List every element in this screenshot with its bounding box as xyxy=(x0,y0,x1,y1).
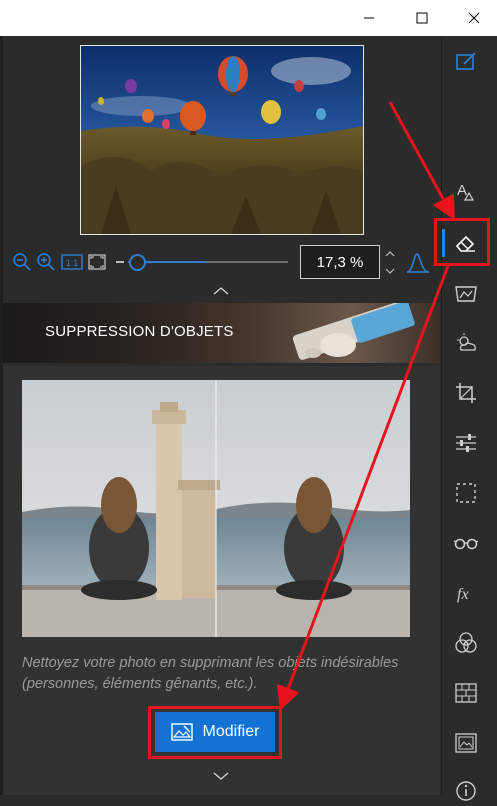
arrow-to-modify-button xyxy=(277,265,450,711)
annotation-arrows xyxy=(277,101,455,711)
arrow-to-eraser xyxy=(388,101,455,221)
